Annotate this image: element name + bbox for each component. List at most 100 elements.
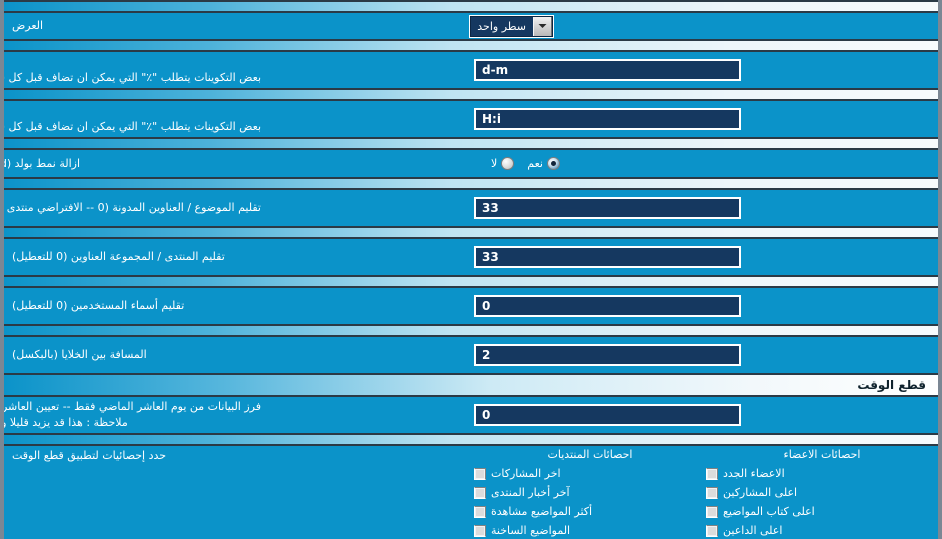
checkbox-label: اعلى المشاركين [723, 486, 798, 499]
setting-row-date-format: صيغة التاريخ بعض التكوينات يتطلب "٪" الت… [4, 52, 938, 88]
radio-selected-icon[interactable] [547, 157, 560, 170]
checkbox-column-member-stats: الاعضاء الجدد اعلى المشاركين اعلى كتاب ا… [706, 464, 938, 539]
setting-row-remove-bold: نعم لا ازالة نمط بولد (Bold) من اسماء ال… [4, 150, 938, 177]
remove-bold-radio-yes[interactable]: نعم [527, 157, 560, 170]
remove-bold-radio-no-label: لا [491, 157, 498, 170]
checkbox-section-label: حدد إحصائيات لتطبيق قطع الوقت [12, 448, 167, 462]
trim-thread-titles-control [271, 197, 938, 219]
trim-thread-titles-label: تقليم الموضوع / العناوين المدونة (0 -- ا… [0, 201, 261, 215]
time-format-description: صيغة الوقت بعض التكوينات يتطلب "٪" التي … [4, 103, 271, 135]
checkbox-label: اخر المشاركات [491, 467, 561, 480]
cell-spacing-input[interactable] [474, 344, 741, 366]
time-format-hint: بعض التكوينات يتطلب "٪" التي يمكن ان تضا… [4, 120, 261, 133]
checkbox-label: آخر أخبار المنتدى [491, 486, 570, 499]
remove-bold-control: نعم لا [90, 157, 938, 170]
trim-usernames-input[interactable] [474, 295, 741, 317]
checkbox-unchecked-icon[interactable] [706, 467, 718, 480]
checkbox-column-headers: احصائات الاعضاء احصائات المنتديات [468, 446, 938, 464]
checkbox-unchecked-icon[interactable] [474, 486, 486, 499]
trim-thread-titles-input[interactable] [474, 197, 741, 219]
checkbox-column-forum-stats: اخر المشاركات آخر أخبار المنتدى أكثر الم… [474, 464, 706, 539]
cell-spacing-label: المسافة بين الخلايا (بالبكسل) [12, 348, 147, 362]
cutoff-days-hint: ملاحظة : هذا قد يزيد قليلا وقت التحميل [1, 416, 128, 429]
checkbox-row[interactable]: اعلى المشاركين [706, 483, 938, 502]
trim-usernames-control [271, 295, 938, 317]
cutoff-days-label: فرز البيانات من يوم العاشر الماضي فقط --… [1, 400, 261, 414]
checkbox-label: اعلى الداعين [723, 524, 783, 537]
checkbox-row[interactable]: اعلى كتاب المواضيع [706, 502, 938, 521]
checkbox-row[interactable]: اعلى الداعين [706, 521, 938, 539]
date-format-control [271, 59, 938, 81]
separator-bar [4, 433, 938, 446]
trim-thread-titles-description: تقليم الموضوع / العناوين المدونة (0 -- ا… [0, 200, 271, 216]
trim-forum-titles-input[interactable] [474, 246, 741, 268]
column-header-member-stats-wrap: احصائات الاعضاء [706, 446, 938, 464]
setting-row-trim-usernames: تقليم أسماء المستخدمين (0 للتعطيل) [4, 288, 938, 324]
checkbox-label: أكثر المواضيع مشاهدة [491, 505, 593, 518]
cell-spacing-control [271, 344, 938, 366]
checkbox-label: الاعضاء الجدد [723, 467, 785, 480]
setting-row-cutoff-days: فرز البيانات من يوم العاشر الماضي فقط --… [4, 397, 938, 433]
radio-unselected-icon[interactable] [501, 157, 515, 170]
setting-row-trim-forum-titles: تقليم المنتدى / المجموعة العناوين (0 للت… [4, 239, 938, 275]
separator-bar [4, 324, 938, 337]
checkbox-unchecked-icon[interactable] [706, 524, 718, 537]
column-header-forum-stats: احصائات المنتديات [547, 448, 633, 461]
checkbox-unchecked-icon[interactable] [474, 524, 486, 537]
checkbox-unchecked-icon[interactable] [706, 486, 718, 499]
separator-bar [4, 275, 938, 288]
trim-forum-titles-label: تقليم المنتدى / المجموعة العناوين (0 للت… [12, 250, 225, 264]
section-title: قطع الوقت [857, 378, 926, 392]
section-header-time-cutoff: قطع الوقت [4, 373, 938, 397]
checkbox-section-header-row: احصائات الاعضاء احصائات المنتديات حدد إح… [4, 446, 938, 464]
checkbox-grid: الاعضاء الجدد اعلى المشاركين اعلى كتاب ا… [468, 464, 938, 539]
checkbox-label: المواضيع الساخنة [491, 524, 571, 537]
display-mode-description: العرض [4, 18, 468, 34]
setting-row-time-format: صيغة الوقت بعض التكوينات يتطلب "٪" التي … [4, 101, 938, 137]
checkbox-row[interactable]: اخر المشاركات [474, 464, 706, 483]
separator-bar [4, 88, 938, 101]
display-mode-select[interactable]: سطر واحد [470, 15, 553, 37]
checkbox-row[interactable]: أكثر المواضيع مشاهدة [474, 502, 706, 521]
checkbox-row[interactable]: المواضيع الساخنة [474, 521, 706, 539]
checkbox-row[interactable]: آخر أخبار المنتدى [474, 483, 706, 502]
trim-usernames-description: تقليم أسماء المستخدمين (0 للتعطيل) [4, 298, 271, 314]
display-mode-value: سطر واحد [477, 19, 526, 33]
setting-row-trim-thread-titles: تقليم الموضوع / العناوين المدونة (0 -- ا… [4, 190, 938, 226]
date-format-hint: بعض التكوينات يتطلب "٪" التي يمكن ان تضا… [4, 71, 261, 84]
display-mode-label: العرض [12, 19, 44, 33]
checkbox-unchecked-icon[interactable] [474, 505, 486, 518]
cutoff-days-description: فرز البيانات من يوم العاشر الماضي فقط --… [1, 399, 271, 431]
remove-bold-label: ازالة نمط بولد (Bold) من اسماء المستخدمي… [0, 156, 80, 170]
separator-bar [4, 0, 938, 13]
remove-bold-radio-yes-label: نعم [527, 157, 543, 170]
time-format-input[interactable] [474, 108, 741, 130]
cutoff-days-control [271, 404, 938, 426]
checkbox-unchecked-icon[interactable] [706, 505, 718, 518]
date-format-description: صيغة التاريخ بعض التكوينات يتطلب "٪" الت… [4, 54, 271, 86]
remove-bold-description: ازالة نمط بولد (Bold) من اسماء المستخدمي… [0, 156, 90, 172]
separator-bar [4, 177, 938, 190]
cell-spacing-description: المسافة بين الخلايا (بالبكسل) [4, 347, 271, 363]
remove-bold-radio-no[interactable]: لا [491, 157, 515, 170]
chevron-down-icon[interactable] [533, 16, 552, 36]
separator-bar [4, 39, 938, 52]
setting-row-display-mode: سطر واحد العرض [4, 13, 938, 39]
column-header-forum-stats-wrap: احصائات المنتديات [474, 446, 706, 464]
date-format-input[interactable] [474, 59, 741, 81]
cutoff-days-input[interactable] [474, 404, 741, 426]
display-mode-control: سطر واحد [468, 15, 938, 37]
separator-bar [4, 226, 938, 239]
separator-bar [4, 137, 938, 150]
date-format-label: صيغة التاريخ [4, 54, 261, 70]
remove-bold-radio-group: نعم لا [491, 157, 560, 170]
setting-row-cell-spacing: المسافة بين الخلايا (بالبكسل) [4, 337, 938, 373]
trim-forum-titles-description: تقليم المنتدى / المجموعة العناوين (0 للت… [4, 249, 271, 265]
checkbox-unchecked-icon[interactable] [474, 467, 486, 480]
checkbox-label: اعلى كتاب المواضيع [723, 505, 815, 518]
checkbox-row[interactable]: الاعضاء الجدد [706, 464, 938, 483]
time-format-control [271, 108, 938, 130]
time-format-label: صيغة الوقت [4, 103, 261, 119]
column-header-member-stats: احصائات الاعضاء [783, 448, 861, 461]
trim-forum-titles-control [271, 246, 938, 268]
